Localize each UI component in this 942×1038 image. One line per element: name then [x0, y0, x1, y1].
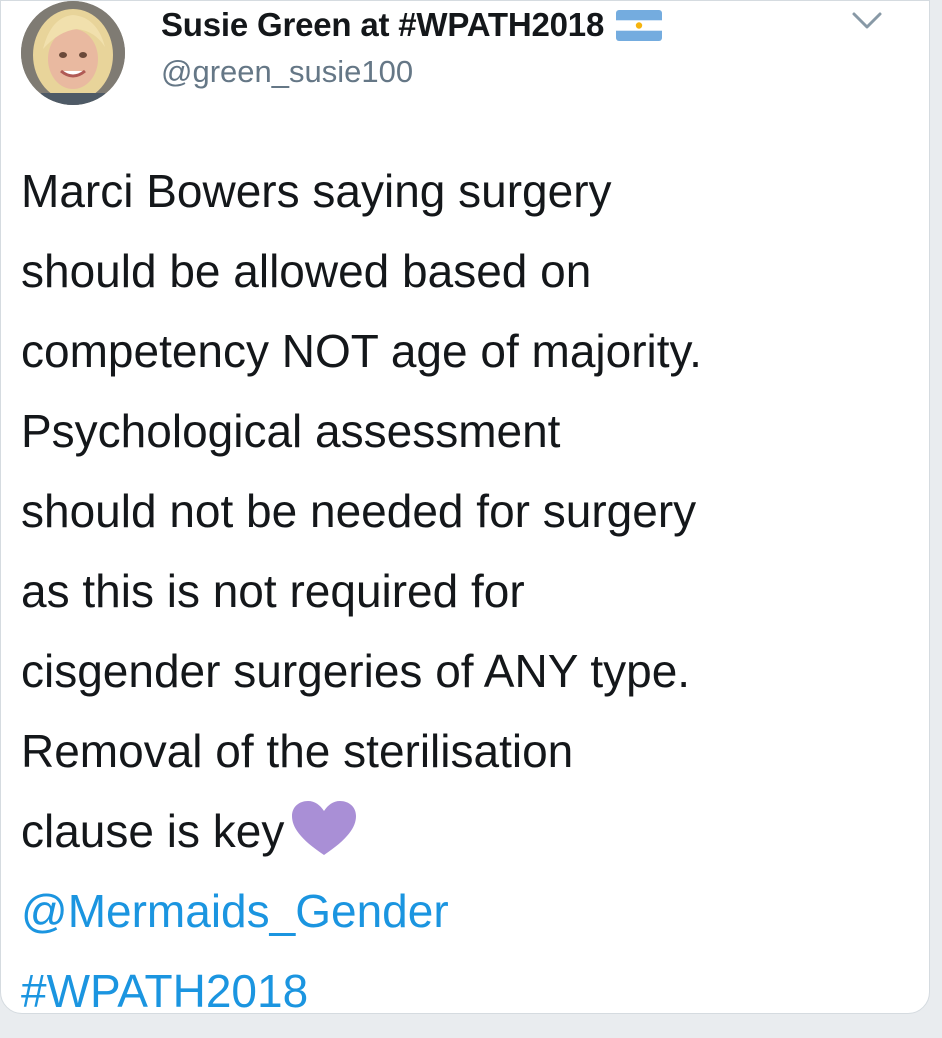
chevron-down-icon[interactable] — [849, 9, 885, 33]
tweet-text-line: competency NOT age of majority. — [21, 325, 702, 377]
tweet-text-line: Removal of the sterilisation — [21, 725, 574, 777]
display-name-row: Susie Green at #WPATH2018 — [161, 3, 663, 47]
tweet-text-line: Psychological assessment — [21, 405, 561, 457]
tweet-card[interactable]: Susie Green at #WPATH2018 @green_susie10… — [0, 0, 930, 1017]
tweet-text-line: Marci Bowers saying surgery — [21, 165, 612, 217]
user-handle[interactable]: @green_susie100 — [161, 54, 413, 90]
tweet-text-fragment: clause is key — [21, 805, 285, 857]
argentina-flag-icon — [616, 9, 663, 41]
avatar-photo — [21, 1, 125, 105]
tweet-text-line: should be allowed based on — [21, 245, 592, 297]
tweet-text-line: cisgender surgeries of ANY type. — [21, 645, 691, 697]
avatar[interactable] — [21, 1, 125, 105]
mention-link[interactable]: @Mermaids_Gender — [21, 885, 449, 937]
purple-heart-icon — [290, 799, 358, 859]
tweet-hashtag-line: #WPATH2018 — [21, 951, 921, 1031]
tweet-text: Marci Bowers saying surgery should be al… — [21, 151, 921, 1031]
hashtag-link[interactable]: #WPATH2018 — [21, 965, 308, 1017]
tweet-text-line-last: clause is key — [21, 791, 921, 871]
tweet-text-line: as this is not required for — [21, 565, 525, 617]
tweet-text-line: should not be needed for surgery — [21, 485, 697, 537]
display-name[interactable]: Susie Green at #WPATH2018 — [161, 6, 604, 44]
tweet-mention-line: @Mermaids_Gender — [21, 871, 921, 951]
